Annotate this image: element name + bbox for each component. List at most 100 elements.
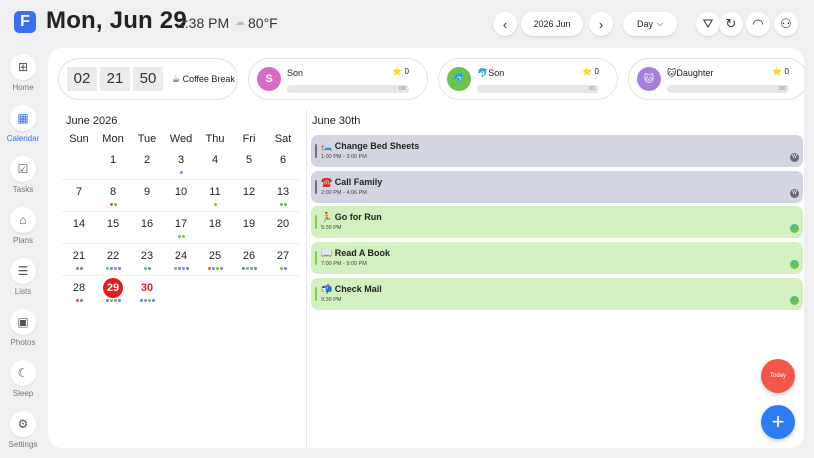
calendar-day-cell[interactable]: 16 (130, 212, 164, 243)
calendar-day-cell[interactable]: 24 (164, 244, 198, 275)
month-picker-button[interactable]: 2026 Jun (521, 12, 583, 36)
calendar-day-cell[interactable]: 2 (130, 148, 164, 179)
member-card[interactable]: S Son ⭐ 0 0/0 (248, 58, 428, 100)
event-title: 🛏️ Change Bed Sheets (321, 141, 420, 151)
countdown-timer[interactable]: 02 21 50 ☕ Coffee Break (58, 58, 238, 100)
calendar-day-cell[interactable]: 8 (96, 180, 130, 211)
event-dot (181, 267, 185, 270)
event-dot (181, 235, 185, 238)
sidebar-item-photos[interactable]: ▣ Photos (0, 309, 46, 347)
date-number: 18 (208, 218, 222, 230)
today-date-number: 29 (103, 278, 123, 298)
calendar-day-cell[interactable]: 13 (266, 180, 300, 211)
sidebar-item-calendar[interactable]: ▦ Calendar (0, 105, 46, 143)
calendar-day-cell[interactable]: 21 (62, 244, 96, 275)
calendar-day-cell[interactable]: 19 (232, 212, 266, 243)
calendar-day-cell[interactable]: 20 (266, 212, 300, 243)
event-dot (173, 267, 177, 270)
event-dot (253, 267, 257, 270)
star-count: ⭐ 0 (772, 67, 789, 76)
event-title: 📬 Check Mail (321, 284, 382, 294)
calendar-day-cell[interactable]: 4 (198, 148, 232, 179)
sidebar-item-home[interactable]: ⊞ Home (0, 54, 46, 92)
event-dots (266, 267, 300, 271)
calendar-day-cell[interactable]: 23 (130, 244, 164, 275)
calendar-day-cell[interactable]: 1 (96, 148, 130, 179)
calendar-day-cell[interactable]: 9 (130, 180, 164, 211)
calendar-day-cell[interactable]: 17 (164, 212, 198, 243)
calendar-day-cell[interactable]: 6 (266, 148, 300, 179)
date-number: 21 (72, 250, 86, 262)
member-card[interactable]: 🐬 🐬Son ⭐ 0 0/1 (438, 58, 618, 100)
event-title: ☎️ Call Family (321, 177, 383, 187)
event-dot (113, 267, 117, 270)
calendar-day-cell[interactable]: 18 (198, 212, 232, 243)
assignee-badge: W (790, 153, 799, 162)
date-number: 23 (140, 250, 154, 262)
sidebar-item-tasks[interactable]: ☑ Tasks (0, 156, 46, 194)
event-dot (143, 299, 147, 302)
sidebar-item-sleep[interactable]: ☾ Sleep (0, 360, 46, 398)
refresh-icon: ↻ (725, 16, 737, 31)
profiles-button[interactable]: ⚇ (774, 12, 798, 36)
event-dots (266, 203, 300, 207)
calendar-day-cell[interactable]: 12 (232, 180, 266, 211)
event-dot (75, 267, 79, 270)
add-event-button[interactable]: + (761, 405, 795, 439)
calendar-day-cell[interactable]: 26 (232, 244, 266, 275)
date-number: 27 (276, 250, 290, 262)
event-dot (213, 203, 217, 206)
event-card[interactable]: 🏃 Go for Run 5:30 PM 🐬 (311, 206, 803, 238)
date-number: 17 (174, 218, 188, 230)
calendar-day-cell[interactable]: 27 (266, 244, 300, 275)
calendar-day-cell[interactable]: 15 (96, 212, 130, 243)
event-dot (283, 203, 287, 206)
date-number: 10 (174, 186, 188, 198)
event-card[interactable]: 📬 Check Mail 9:30 PM 🐬 (311, 278, 803, 310)
event-color-bar (315, 287, 317, 301)
progress-fraction: 0/0 (399, 86, 406, 92)
event-dot (117, 299, 121, 302)
calendar-day-cell[interactable]: 5 (232, 148, 266, 179)
calendar-day-cell[interactable]: 28 (62, 276, 96, 308)
next-month-button[interactable]: › (589, 12, 613, 36)
sidebar-item-lists[interactable]: ☰ Lists (0, 258, 46, 296)
calendar-day-cell[interactable]: 10 (164, 180, 198, 211)
cloud-icon: ☁ (235, 17, 245, 28)
event-dots (232, 267, 266, 271)
calendar-day-cell[interactable]: 29 (96, 276, 130, 308)
previous-month-button[interactable]: ‹ (493, 12, 517, 36)
refresh-button[interactable]: ↻ (719, 12, 743, 36)
event-color-bar (315, 180, 317, 194)
sidebar-item-label: Lists (14, 287, 32, 296)
calendar-day-cell[interactable]: 11 (198, 180, 232, 211)
sidebar-item-label: Sleep (12, 389, 34, 398)
event-dot (219, 267, 223, 270)
calendar-day-cell[interactable]: 30 (130, 276, 164, 308)
sidebar-item-plans[interactable]: ⌂ Plans (0, 207, 46, 245)
today-button[interactable]: Today (761, 359, 795, 393)
calendar-day-cell[interactable]: 14 (62, 212, 96, 243)
event-card[interactable]: ☎️ Call Family 2:00 PM - 4:06 PM W (311, 171, 803, 203)
current-date: Mon, Jun 29 (46, 7, 187, 34)
event-dots (96, 203, 130, 207)
event-dot (143, 267, 147, 270)
view-mode-select[interactable]: Day ⌵ (623, 12, 677, 36)
member-card[interactable]: 🐱 🐱Daughter ⭐ 0 0/0 (628, 58, 804, 100)
sidebar-item-settings[interactable]: ⚙ Settings (0, 411, 46, 449)
filter-button[interactable]: ⛛ (696, 12, 720, 36)
calendar-day-cell[interactable]: 7 (62, 180, 96, 211)
event-dot (279, 203, 283, 206)
event-card[interactable]: 🛏️ Change Bed Sheets 1:00 PM - 3:00 PM W (311, 135, 803, 167)
event-card[interactable]: 📖 Read A Book 7:00 PM - 9:00 PM 🐬 (311, 242, 803, 274)
wifi-button[interactable]: ◠ (746, 12, 770, 36)
calendar-day-cell[interactable]: 22 (96, 244, 130, 275)
calendar-week-row: 14 15 16 17 18 19 20 (62, 212, 300, 244)
event-time: 5:30 PM (321, 225, 342, 231)
event-dot (109, 299, 113, 302)
photos-icon: ▣ (10, 309, 36, 335)
event-dot (75, 299, 79, 302)
calendar-day-cell[interactable]: 25 (198, 244, 232, 275)
date-number: 5 (245, 154, 253, 166)
calendar-day-cell[interactable]: 3 (164, 148, 198, 179)
